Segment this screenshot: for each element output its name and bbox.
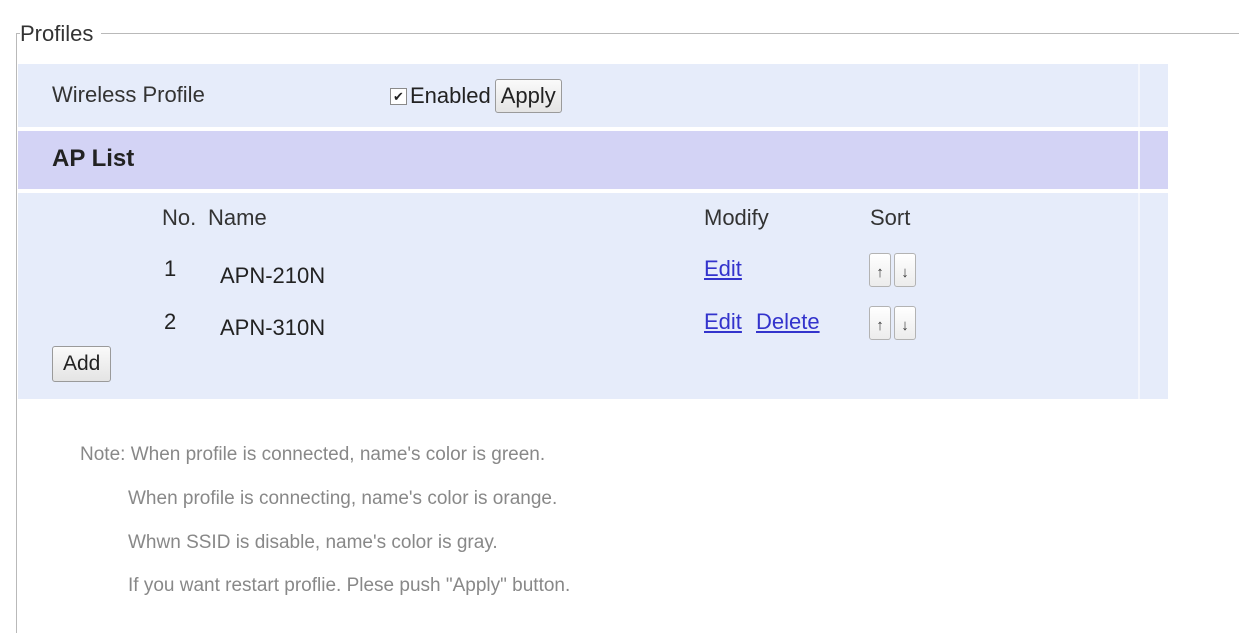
row-number: 2 [164, 309, 177, 334]
ap-list-title: AP List [52, 145, 135, 172]
row-number: 1 [164, 256, 177, 281]
note-line: If you want restart proflie. Plese push … [128, 575, 571, 596]
edit-link[interactable]: Edit [704, 309, 742, 335]
sort-up-button[interactable]: ↑ [869, 253, 891, 287]
edit-link[interactable]: Edit [704, 256, 742, 282]
column-header-name: Name [208, 205, 267, 230]
sort-down-button[interactable]: ↓ [894, 253, 916, 287]
sort-up-button[interactable]: ↑ [869, 306, 891, 340]
profiles-legend: Profiles [20, 22, 102, 46]
enabled-checkbox[interactable]: ✔ [390, 87, 407, 105]
note-line: When profile is connecting, name's color… [128, 488, 558, 509]
row-side-cell [1138, 131, 1168, 189]
enabled-label: Enabled [410, 83, 491, 108]
column-header-modify: Modify [704, 205, 769, 230]
sort-controls: ↑ ↓ [869, 306, 916, 340]
enabled-control: ✔ Enabled Apply [390, 79, 562, 113]
add-button[interactable]: Add [52, 346, 112, 382]
sort-down-button[interactable]: ↓ [894, 306, 916, 340]
ap-list-header: AP List [18, 131, 1168, 189]
ap-name: APN-210N [220, 263, 326, 288]
row-side-cell [1138, 193, 1168, 399]
column-header-sort: Sort [870, 205, 911, 230]
wireless-profile-row: Wireless Profile ✔ Enabled Apply [18, 64, 1168, 127]
column-header-no: No. [162, 205, 197, 230]
note-line: Whwn SSID is disable, name's color is gr… [128, 532, 498, 553]
wireless-profile-label: Wireless Profile [52, 82, 205, 107]
note-line: Note: When profile is connected, name's … [80, 444, 546, 465]
ap-list-table: No. Name Modify Sort 1 APN-210N Edit ↑ ↓… [18, 193, 1168, 399]
apply-button[interactable]: Apply [494, 79, 562, 113]
delete-link[interactable]: Delete [756, 309, 820, 335]
row-side-cell [1138, 64, 1168, 127]
sort-controls: ↑ ↓ [869, 253, 916, 287]
ap-name: APN-310N [220, 315, 326, 340]
